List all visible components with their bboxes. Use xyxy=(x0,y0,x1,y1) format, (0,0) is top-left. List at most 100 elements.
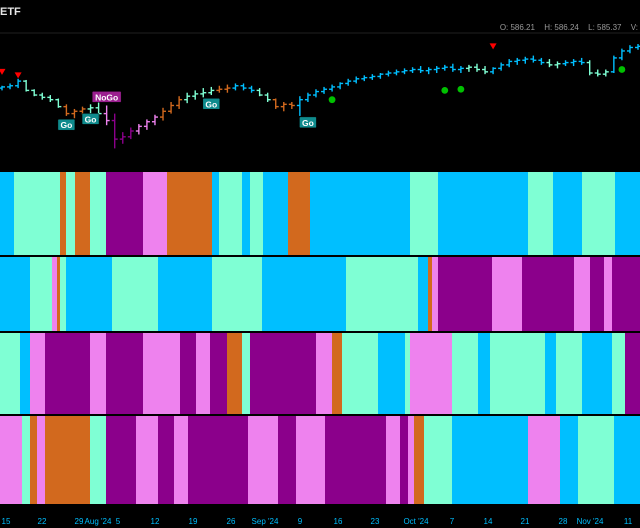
x-axis-tick-label: 28 xyxy=(559,517,568,526)
price-bar xyxy=(465,64,472,72)
indicator-segment xyxy=(106,416,136,504)
price-bar xyxy=(280,102,287,112)
indicator-segment xyxy=(614,416,640,504)
price-bar xyxy=(337,82,344,90)
price-bar xyxy=(240,83,247,91)
price-bar xyxy=(143,119,150,130)
x-axis-tick-label: 15 xyxy=(2,517,11,526)
indicator-segment xyxy=(250,172,263,255)
indicator-segment xyxy=(242,333,250,414)
indicator-segment xyxy=(0,416,22,504)
price-bar xyxy=(369,74,376,80)
indicator-segment xyxy=(438,172,528,255)
indicator-segment xyxy=(57,257,60,331)
indicator-segment xyxy=(556,333,582,414)
indicator-segment xyxy=(212,257,262,331)
price-bar xyxy=(329,84,336,92)
price-and-indicator-chart: Go Go NoGo Go Go 15 22 29 Aug '24 5 12 19 26 Sep '24 9… xyxy=(0,32,640,526)
price-bar xyxy=(490,67,497,75)
price-bar xyxy=(15,78,22,89)
indicator-segment xyxy=(66,172,75,255)
badge-label: Go xyxy=(60,120,72,130)
indicator-segment xyxy=(45,333,90,414)
indicator-segment xyxy=(410,172,438,255)
price-bar xyxy=(321,86,328,94)
indicator-segment xyxy=(378,333,405,414)
price-bar xyxy=(248,85,255,93)
indicator-segment xyxy=(0,333,20,414)
indicator-segment xyxy=(174,416,188,504)
indicator-segment xyxy=(578,416,614,504)
price-bar xyxy=(401,68,408,75)
indicator-segment xyxy=(296,416,325,504)
price-bar xyxy=(385,70,392,77)
price-bar xyxy=(135,124,142,135)
indicator-segment xyxy=(90,333,106,414)
indicator-segment xyxy=(212,172,219,255)
price-bar xyxy=(312,89,319,98)
sell-signal-marker xyxy=(0,68,6,75)
price-bar xyxy=(216,85,223,93)
indicator-segment xyxy=(167,172,212,255)
price-bar xyxy=(176,96,183,109)
indicator-segment xyxy=(210,333,227,414)
price-bar xyxy=(433,66,440,73)
price-bar xyxy=(224,84,231,93)
price-bar xyxy=(304,92,311,102)
buy-signal-marker xyxy=(328,96,336,104)
indicator-segment xyxy=(14,172,60,255)
indicator-segment xyxy=(90,416,106,504)
price-bar xyxy=(506,59,513,68)
price-bar xyxy=(594,69,601,77)
x-axis-tick-label: 22 xyxy=(38,517,47,526)
badge-label: NoGo xyxy=(95,92,118,102)
indicator-segment xyxy=(414,416,424,504)
indicator-segment xyxy=(248,416,278,504)
indicator-segment xyxy=(418,257,428,331)
indicator-segment xyxy=(625,333,640,414)
price-bar xyxy=(200,88,207,98)
x-axis-tick-label: 11 xyxy=(624,517,633,526)
price-bar xyxy=(192,90,199,100)
indicator-segment xyxy=(60,257,66,331)
price-bar xyxy=(63,104,70,116)
price-bar xyxy=(530,55,537,63)
badge-label: Go xyxy=(205,99,217,109)
price-bar xyxy=(522,56,529,64)
x-axis-tick-label: 7 xyxy=(450,517,455,526)
x-axis-tick-label: Oct '24 xyxy=(403,517,429,526)
indicator-segment xyxy=(30,416,37,504)
indicator-segment xyxy=(452,333,478,414)
price-bar xyxy=(473,63,480,72)
price-bar xyxy=(31,89,38,97)
indicator-segment xyxy=(263,172,288,255)
x-axis-tick-label: 5 xyxy=(116,517,121,526)
price-bar xyxy=(232,83,239,91)
indicator-segment xyxy=(106,333,143,414)
price-bar xyxy=(296,96,303,116)
price-bar xyxy=(441,64,448,71)
x-axis-tick-label: Sep '24 xyxy=(252,517,279,526)
price-bar xyxy=(119,132,126,144)
indicator-segment xyxy=(612,257,640,331)
x-axis-tick-label: 26 xyxy=(227,517,236,526)
indicator-segment xyxy=(196,333,210,414)
indicator-segment xyxy=(180,333,196,414)
price-bar xyxy=(377,73,384,79)
price-bar xyxy=(602,69,609,77)
indicator-segment xyxy=(158,416,174,504)
x-axis-tick-label: 16 xyxy=(334,517,343,526)
price-bar xyxy=(554,61,561,69)
indicator-segment xyxy=(143,172,167,255)
indicator-segment xyxy=(424,416,452,504)
indicator-segment xyxy=(37,416,45,504)
indicator-segment xyxy=(45,416,90,504)
x-axis-tick-label: Aug '24 xyxy=(85,517,112,526)
price-bar xyxy=(393,69,400,76)
buy-signal-marker xyxy=(457,85,465,93)
price-bar xyxy=(610,55,617,73)
indicator-segment xyxy=(250,333,316,414)
price-bar xyxy=(71,108,78,119)
indicator-segment xyxy=(590,257,604,331)
indicator-segment xyxy=(346,257,418,331)
